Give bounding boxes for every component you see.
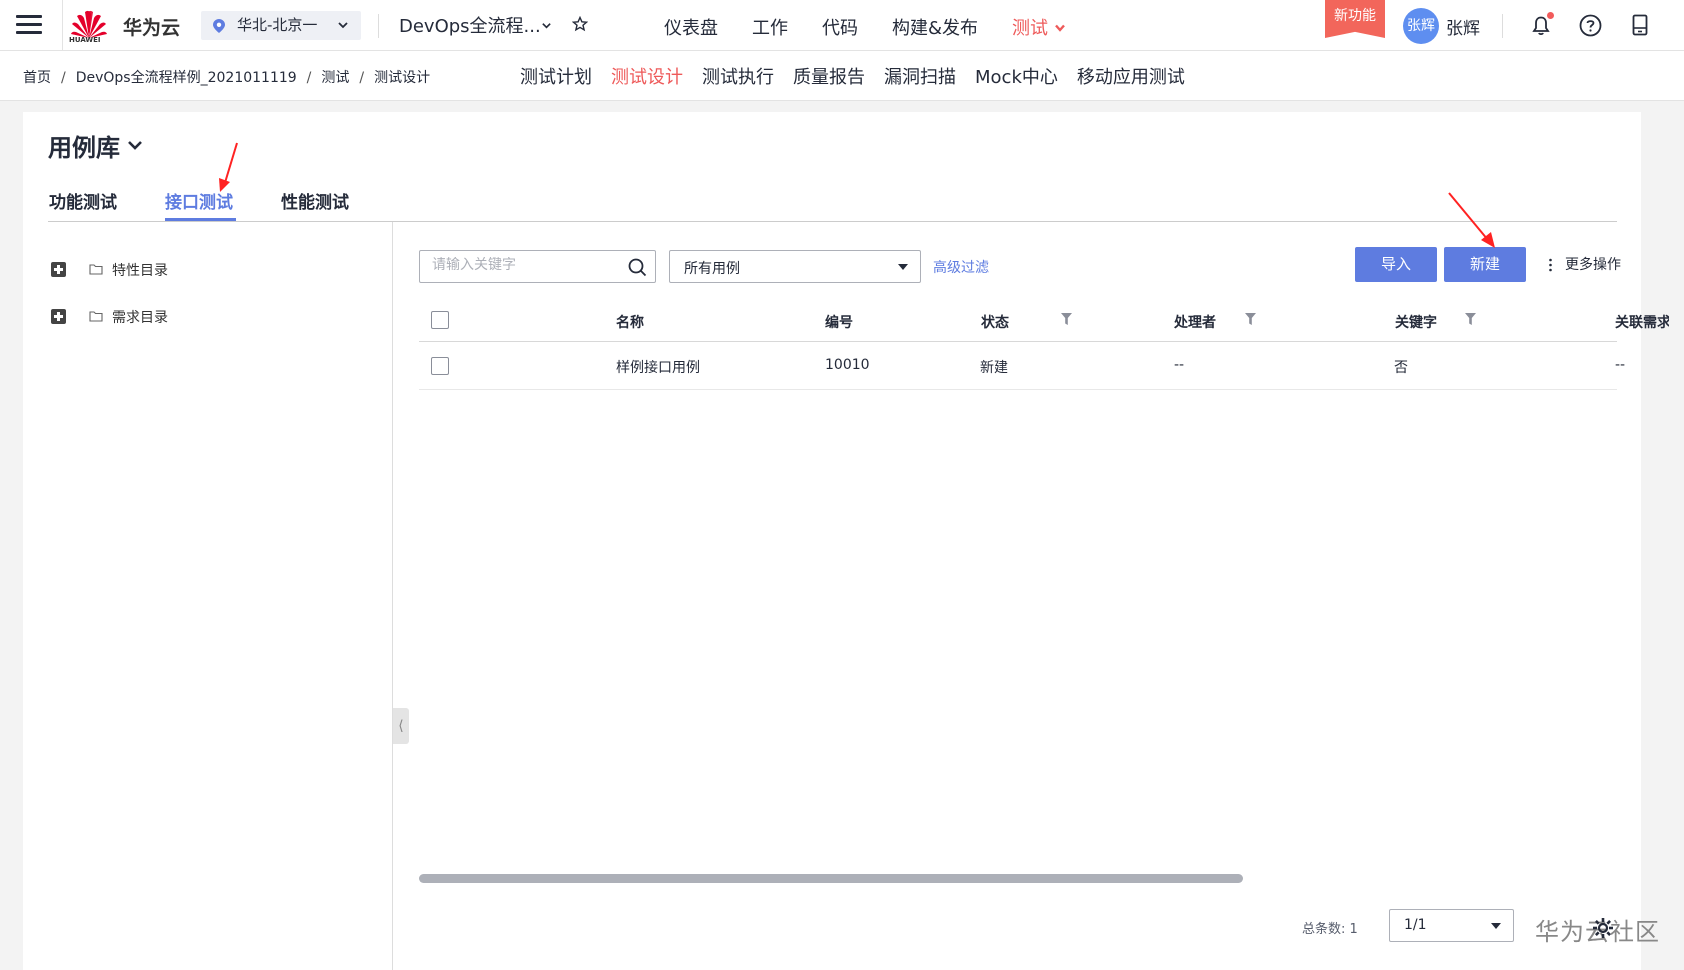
column-header-name[interactable]: 名称 (616, 312, 644, 332)
huawei-logo[interactable]: HUAWEI 华为云 (62, 0, 182, 51)
new-button[interactable]: 新建 (1444, 247, 1526, 282)
main-nav: 仪表盘 工作 代码 构建&发布 测试 (664, 14, 1100, 40)
tab-mock-center[interactable]: Mock中心 (975, 63, 1058, 89)
tree-item-feature[interactable]: 特性目录 (51, 260, 251, 280)
breadcrumb: 首页 / DevOps全流程样例_2021011119 / 测试 / 测试设计 (23, 67, 430, 87)
cell-name[interactable]: 样例接口用例 (616, 357, 700, 377)
collapse-sidebar-button[interactable]: ⟨ (393, 708, 409, 744)
username[interactable]: 张辉 (1446, 14, 1480, 39)
region-selector[interactable]: 华北-北京一 (201, 11, 361, 40)
filter-icon[interactable] (1061, 313, 1072, 325)
notification-dot (1547, 12, 1554, 19)
total-count: 总条数: 1 (1302, 922, 1358, 937)
nav-work[interactable]: 工作 (752, 14, 788, 40)
breadcrumb-test[interactable]: 测试 (321, 70, 349, 86)
table-row[interactable]: 样例接口用例 10010 新建 -- 否 -- (419, 342, 1625, 390)
help-icon[interactable] (1579, 14, 1602, 37)
caret-down-icon (898, 264, 908, 270)
top-bar: HUAWEI 华为云 华北-北京一 DevOps全流程... 仪表盘 工作 代码… (0, 0, 1684, 51)
more-vertical-icon (1549, 258, 1552, 272)
folder-icon (89, 311, 103, 322)
page-value: 1/1 (1404, 917, 1427, 933)
test-sub-nav: 测试计划 测试设计 测试执行 质量报告 漏洞扫描 Mock中心 移动应用测试 (520, 63, 1204, 89)
select-all-checkbox[interactable] (431, 311, 449, 329)
tab-test-design[interactable]: 测试设计 (611, 63, 683, 89)
column-header-owner[interactable]: 处理者 (1174, 312, 1216, 332)
project-selector[interactable]: DevOps全流程... (399, 12, 541, 38)
sub-bar: 首页 / DevOps全流程样例_2021011119 / 测试 / 测试设计 测试计划 测… (0, 51, 1684, 101)
row-checkbox[interactable] (431, 357, 449, 375)
expand-icon[interactable] (51, 309, 66, 324)
gear-icon[interactable] (1592, 917, 1614, 939)
tab-mobile-test[interactable]: 移动应用测试 (1077, 63, 1185, 89)
table-header: 名称 编号 状态 处理者 关键字 关联需求 (419, 297, 1669, 342)
new-feature-badge[interactable]: 新功能 (1325, 0, 1385, 38)
logo-caption: HUAWEI (69, 36, 101, 44)
folder-icon (89, 264, 103, 275)
column-header-keyword[interactable]: 关键字 (1395, 312, 1437, 332)
avatar[interactable]: 张辉 (1403, 8, 1439, 44)
case-filter-select[interactable]: 所有用例 (669, 250, 921, 283)
tab-vuln-scan[interactable]: 漏洞扫描 (884, 63, 956, 89)
filter-icon[interactable] (1245, 313, 1256, 325)
page-select[interactable]: 1/1 (1389, 909, 1514, 942)
region-label: 华北-北京一 (237, 16, 318, 34)
divider (378, 14, 379, 38)
page-title[interactable]: 用例库 (48, 128, 120, 163)
cell-status: 新建 (980, 360, 1008, 376)
tab-quality-report[interactable]: 质量报告 (793, 63, 865, 89)
advanced-filter-link[interactable]: 高级过滤 (933, 257, 989, 277)
breadcrumb-project[interactable]: DevOps全流程样例_2021011119 (76, 70, 297, 86)
tree-item-label: 特性目录 (112, 263, 168, 279)
tab-performance-test[interactable]: 性能测试 (281, 188, 349, 213)
breadcrumb-separator: / (359, 70, 365, 86)
divider (1502, 14, 1503, 38)
tabs-divider (48, 221, 1617, 222)
cell-keyword: 否 (1394, 360, 1408, 376)
breadcrumb-separator: / (306, 70, 312, 86)
cell-id: 10010 (825, 357, 870, 373)
cell-owner: -- (1174, 357, 1185, 373)
star-icon[interactable] (572, 16, 588, 32)
chevron-down-icon (1055, 24, 1065, 32)
column-header-linked[interactable]: 关联需求 (1615, 312, 1669, 332)
device-icon[interactable] (1632, 14, 1648, 36)
search-box (419, 250, 656, 283)
column-header-id[interactable]: 编号 (825, 312, 853, 332)
nav-dashboard[interactable]: 仪表盘 (664, 14, 718, 40)
tab-functional-test[interactable]: 功能测试 (49, 188, 117, 213)
more-actions-label: 更多操作 (1565, 257, 1621, 273)
column-header-status[interactable]: 状态 (981, 312, 1009, 332)
nav-test[interactable]: 测试 (1012, 14, 1066, 40)
tree-item-label: 需求目录 (112, 310, 168, 326)
nav-code[interactable]: 代码 (822, 14, 858, 40)
sidebar-divider (392, 222, 393, 970)
menu-icon[interactable] (16, 15, 42, 35)
horizontal-scrollbar[interactable] (419, 874, 1243, 883)
chevron-down-icon (338, 22, 348, 29)
logo-text: 华为云 (123, 17, 181, 39)
breadcrumb-separator: / (61, 70, 66, 86)
nav-test-label: 测试 (1012, 18, 1049, 39)
tree-item-requirement[interactable]: 需求目录 (51, 307, 251, 327)
cell-linked: -- (1615, 357, 1626, 373)
search-input[interactable] (432, 257, 612, 273)
case-filter-value: 所有用例 (684, 261, 740, 277)
filter-icon[interactable] (1465, 313, 1476, 325)
chevron-down-icon[interactable] (541, 20, 552, 31)
chevron-down-icon[interactable] (127, 137, 143, 153)
breadcrumb-current: 测试设计 (374, 70, 431, 86)
import-button[interactable]: 导入 (1355, 247, 1437, 282)
caret-down-icon (1491, 923, 1501, 929)
location-pin-icon (213, 19, 225, 33)
tab-api-test[interactable]: 接口测试 (165, 188, 233, 213)
main-card: 用例库 功能测试 接口测试 性能测试 特性目录 需求目录 ⟨ 所有用例 高级过滤… (23, 112, 1669, 970)
tab-test-plan[interactable]: 测试计划 (520, 63, 592, 89)
more-actions-button[interactable]: 更多操作 (1547, 254, 1621, 274)
nav-build-release[interactable]: 构建&发布 (892, 14, 978, 40)
expand-icon[interactable] (51, 262, 66, 277)
breadcrumb-home[interactable]: 首页 (23, 70, 51, 86)
tab-test-execution[interactable]: 测试执行 (702, 63, 774, 89)
search-icon[interactable] (628, 258, 647, 277)
